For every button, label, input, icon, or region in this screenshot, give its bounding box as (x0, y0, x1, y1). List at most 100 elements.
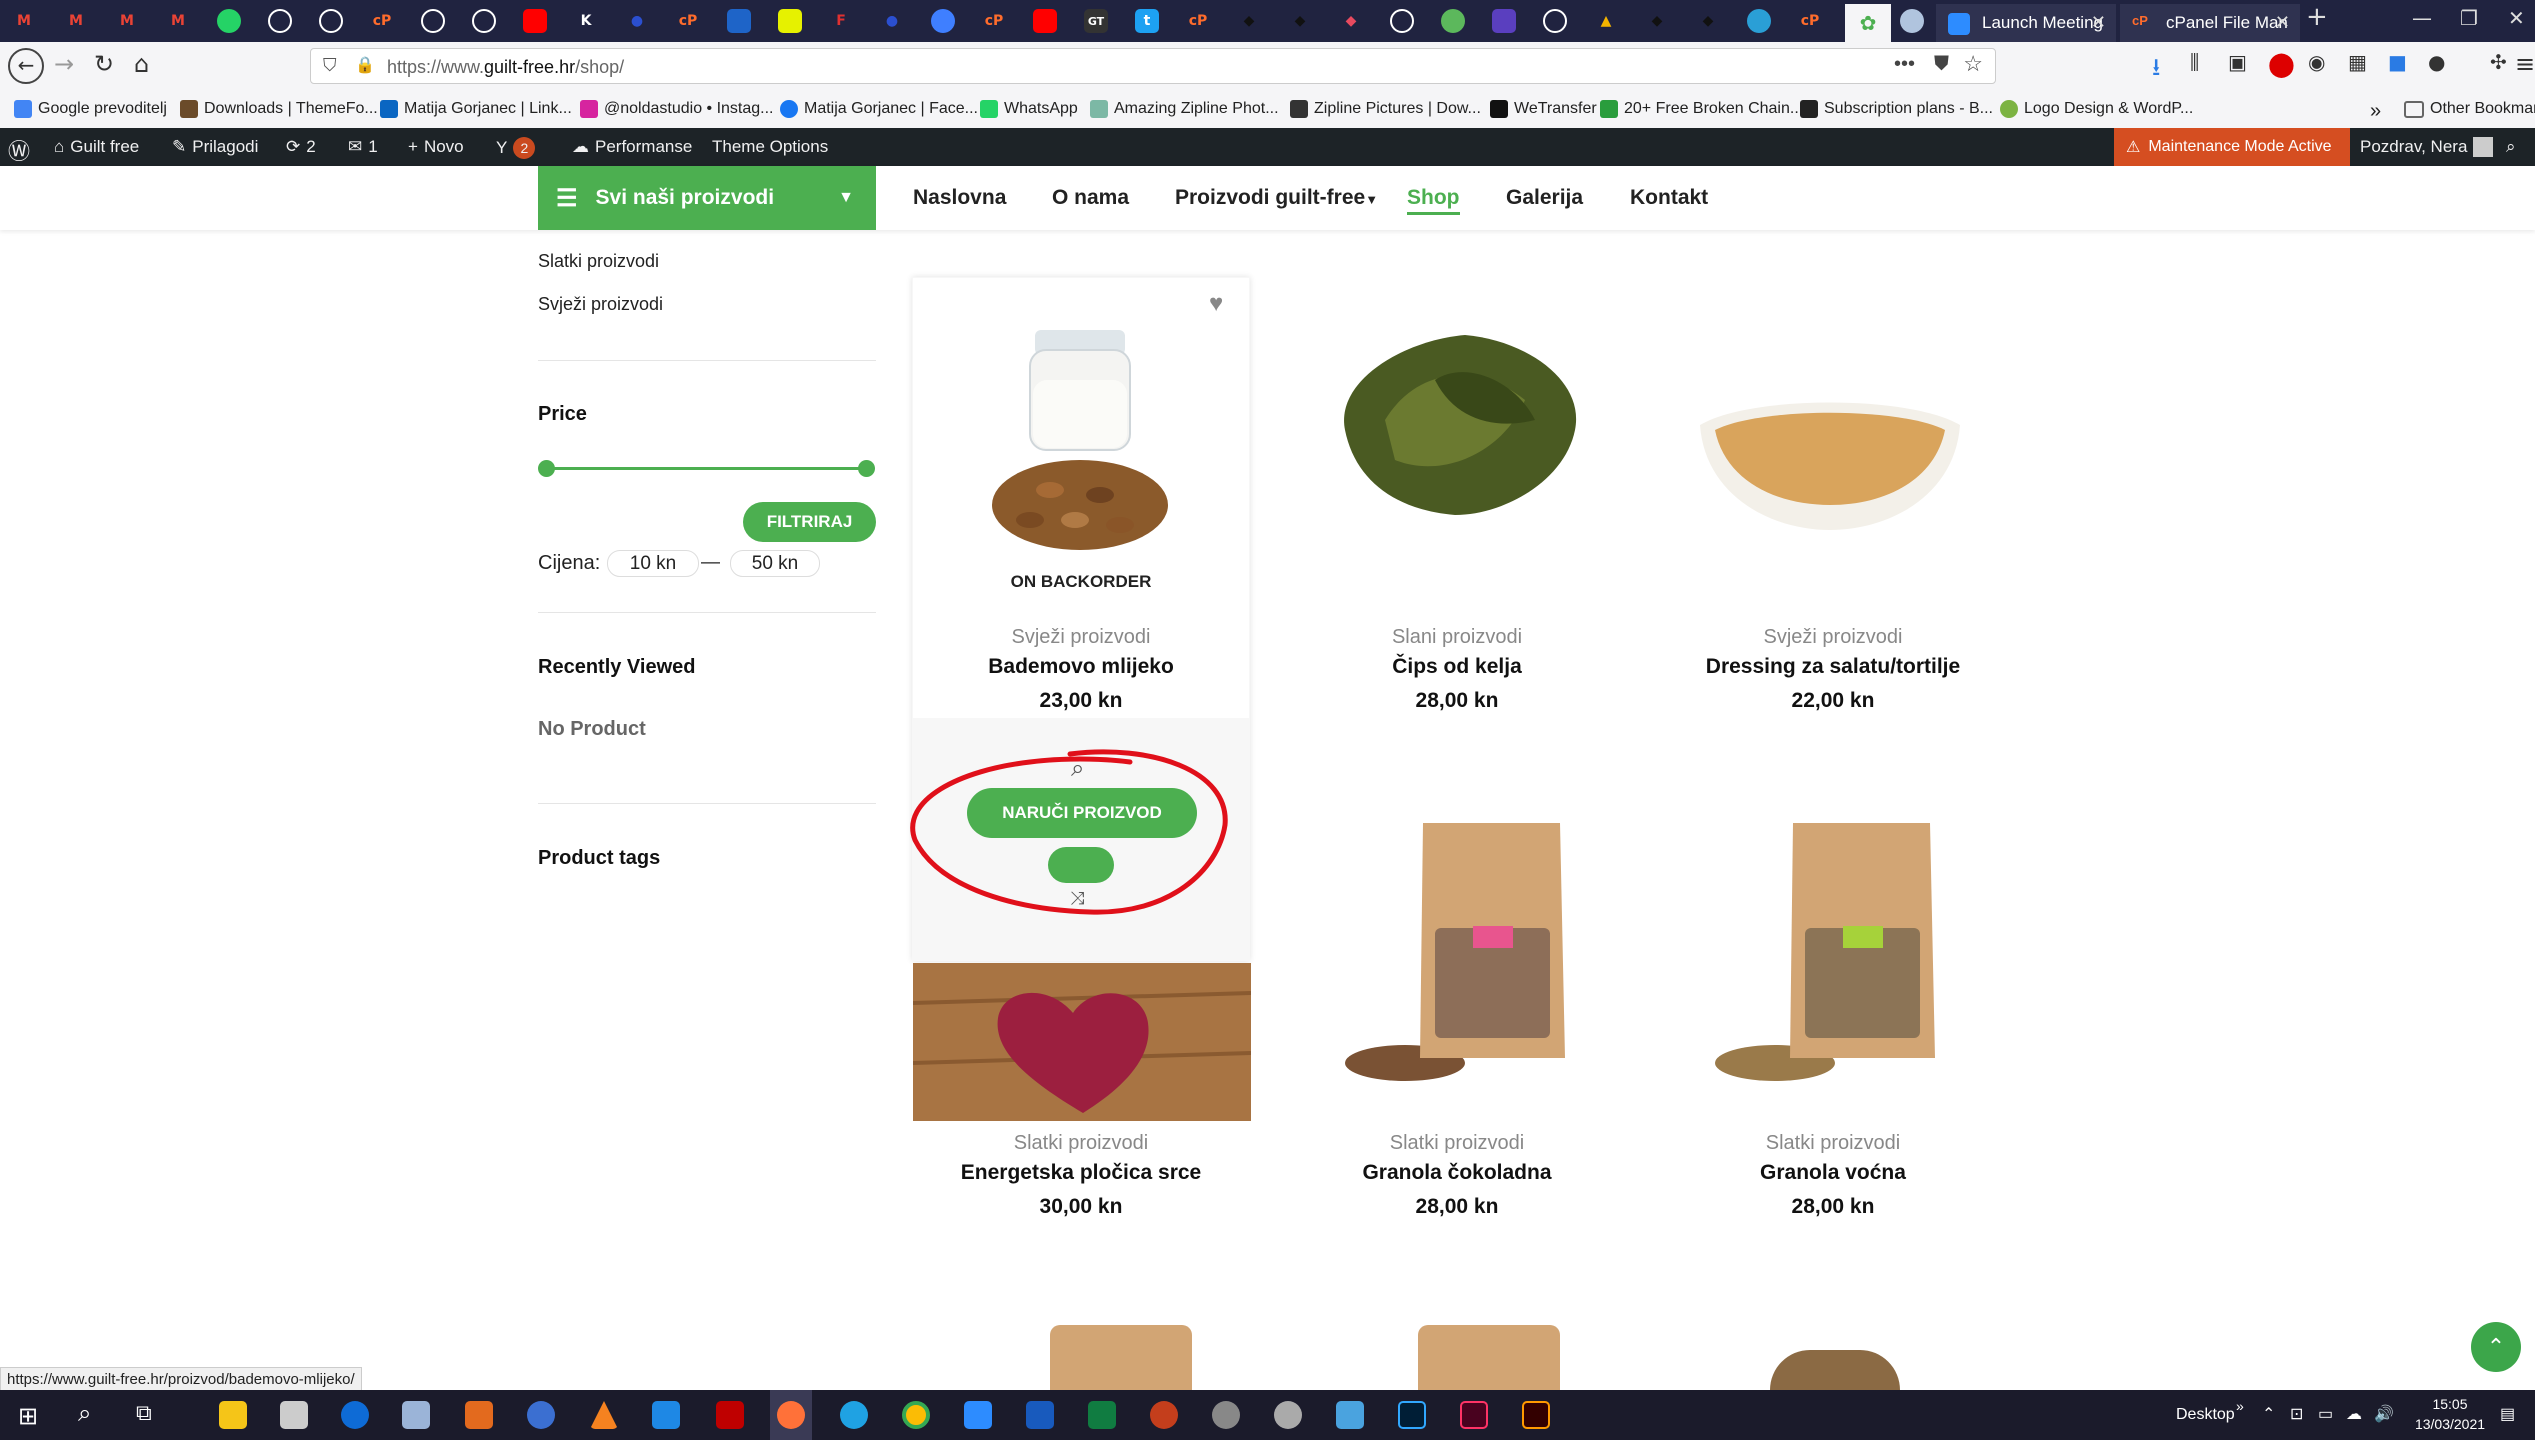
k-tab-icon[interactable]: K (574, 9, 598, 33)
bookmark-item[interactable]: Subscription plans - B... (1800, 100, 1993, 118)
close-tab-icon[interactable]: ✕ (2275, 12, 2290, 33)
product-image-partial[interactable] (1418, 1325, 1560, 1390)
photoshop-icon[interactable] (1398, 1401, 1426, 1429)
globe-tab-icon[interactable] (421, 9, 445, 33)
product-image-kale-chips[interactable] (1315, 320, 1595, 520)
powerpoint-icon[interactable] (1150, 1401, 1178, 1429)
cpanel-tab-icon[interactable]: cP (370, 9, 394, 33)
bookmark-item[interactable]: WhatsApp (980, 100, 1078, 118)
other-bookmarks[interactable]: Other Bookmarks (2404, 100, 2535, 118)
globe-tab-icon[interactable] (1900, 9, 1924, 33)
teamviewer-icon[interactable] (341, 1401, 369, 1429)
gt-tab-icon[interactable]: GT (1084, 9, 1108, 33)
cpanel-tab-icon[interactable]: cP (982, 9, 1006, 33)
price-slider-max-handle[interactable] (858, 460, 875, 477)
new-tab-icon[interactable]: + (2306, 2, 2328, 32)
search-icon[interactable]: ⌕ (78, 1400, 91, 1428)
clock-time[interactable]: 15:05 (2410, 1396, 2490, 1412)
desktop-label[interactable]: Desktop (2176, 1406, 2235, 1424)
illustrator-icon[interactable] (1522, 1401, 1550, 1429)
product-image-partial[interactable] (1050, 1325, 1192, 1390)
yellow-tab-icon[interactable] (778, 9, 802, 33)
firefox-icon[interactable] (777, 1401, 805, 1429)
product-image-almond-milk[interactable] (1015, 310, 1145, 460)
product-name[interactable]: Granola čokoladna (1288, 1161, 1626, 1185)
bookmark-item[interactable]: Logo Design & WordP... (2000, 100, 2193, 118)
dark-tab-icon[interactable]: ◆ (1696, 9, 1720, 33)
restore-icon[interactable]: ❐ (2460, 6, 2478, 30)
chrome-icon[interactable] (902, 1401, 930, 1429)
menu-galerija[interactable]: Galerija (1506, 186, 1583, 210)
windows-start-icon[interactable]: ⊞ (18, 1402, 38, 1431)
bookmark-item[interactable]: Matija Gorjanec | Link... (380, 100, 572, 118)
maintenance-mode-indicator[interactable]: ⚠ Maintenance Mode Active (2114, 128, 2350, 166)
network-icon[interactable]: ▭ (2318, 1404, 2333, 1424)
product-image-energy-bar[interactable] (913, 963, 1251, 1121)
word-icon[interactable] (1026, 1401, 1054, 1429)
product-name[interactable]: Dressing za salatu/tortilje (1664, 655, 2002, 679)
gauge-tab-icon[interactable] (1747, 9, 1771, 33)
app-tab-icon[interactable] (727, 9, 751, 33)
circle-tab-icon[interactable] (931, 9, 955, 33)
edge-icon[interactable] (840, 1401, 868, 1429)
calculator-icon[interactable] (280, 1401, 308, 1429)
close-tab-icon[interactable]: ✕ (2091, 12, 2106, 33)
bookmark-item[interactable]: Matija Gorjanec | Face... (780, 100, 978, 118)
excel-icon[interactable] (1088, 1401, 1116, 1429)
extension-icon[interactable]: ▦ (2348, 50, 2367, 74)
back-icon[interactable]: ← (8, 48, 44, 84)
admin-yoast-link[interactable]: Y2 (496, 137, 536, 159)
sidebar-category-svjezi[interactable]: Svježi proizvodi (538, 294, 663, 315)
menu-shop[interactable]: Shop (1407, 186, 1460, 215)
product-name[interactable]: Bademovo mlijeko (912, 655, 1250, 679)
all-products-button[interactable]: ☰ Svi naši proizvodi ▼ (538, 166, 876, 230)
sublime-icon[interactable] (465, 1401, 493, 1429)
volume-icon[interactable]: 🔊 (2374, 1404, 2394, 1424)
admin-new-link[interactable]: + Novo (408, 137, 464, 157)
zoom-icon[interactable] (964, 1401, 992, 1429)
price-slider-track[interactable] (546, 467, 866, 470)
product-image-granola-fruit[interactable] (1705, 818, 1965, 1088)
admin-comments-link[interactable]: ✉ 1 (348, 137, 378, 157)
task-view-icon[interactable]: ⧉ (136, 1400, 152, 1426)
admin-account[interactable]: Pozdrav, Nera (2360, 137, 2494, 157)
product-name[interactable]: Energetska pločica srce (912, 1161, 1250, 1185)
gmail-tab-icon[interactable]: M (115, 9, 139, 33)
admin-search-icon[interactable]: ⌕ (2506, 137, 2516, 157)
product-image-partial[interactable] (1770, 1350, 1900, 1390)
product-category[interactable]: Svježi proizvodi (912, 626, 1250, 649)
menu-proizvodi[interactable]: Proizvodi guilt-free▼ (1175, 186, 1378, 210)
home-icon[interactable]: ⌂ (134, 50, 149, 78)
product-name[interactable]: Čips od kelja (1288, 655, 1626, 679)
tray-expand-icon[interactable]: ⌃ (2262, 1404, 2275, 1424)
shield-icon[interactable]: ⛉ (323, 55, 337, 76)
twitter-tab-icon[interactable]: t (1135, 9, 1159, 33)
vlc-icon[interactable] (590, 1401, 618, 1429)
product-category[interactable]: Slatki proizvodi (1288, 1132, 1626, 1155)
cpanel-tab-icon[interactable]: cP (1798, 9, 1822, 33)
globe-tab-icon[interactable] (1390, 9, 1414, 33)
bookmark-item[interactable]: WeTransfer (1490, 100, 1597, 118)
file-explorer-icon[interactable] (219, 1401, 247, 1429)
filezilla-icon[interactable] (716, 1401, 744, 1429)
close-window-icon[interactable]: ✕ (2508, 6, 2525, 30)
dark-tab-icon[interactable]: ◆ (1288, 9, 1312, 33)
globe-tab-icon[interactable] (472, 9, 496, 33)
sidebar-category-slatki[interactable]: Slatki proizvodi (538, 251, 659, 272)
cpanel-tab-icon[interactable]: cP (676, 9, 700, 33)
app-icon[interactable] (402, 1401, 430, 1429)
store-icon[interactable] (1336, 1401, 1364, 1429)
gmail-tab-icon[interactable]: M (64, 9, 88, 33)
filter-button[interactable]: FILTRIRAJ (743, 502, 876, 542)
bookmark-item[interactable]: Google prevoditelj (14, 100, 167, 118)
heart-icon[interactable]: ♥ (1209, 290, 1223, 318)
green-tab-icon[interactable] (1441, 9, 1465, 33)
youtube-tab-icon[interactable] (1033, 9, 1057, 33)
product-name[interactable]: Granola voćna (1664, 1161, 2002, 1185)
price-slider-min-handle[interactable] (538, 460, 555, 477)
reload-icon[interactable]: ↻ (94, 50, 114, 78)
admin-performance-link[interactable]: ☁ Performanse (572, 137, 692, 157)
bookmark-item[interactable]: 20+ Free Broken Chain... (1600, 100, 1803, 118)
more-bookmarks-icon[interactable]: » (2370, 100, 2381, 123)
extension-icon[interactable]: ✣ (2490, 50, 2507, 74)
